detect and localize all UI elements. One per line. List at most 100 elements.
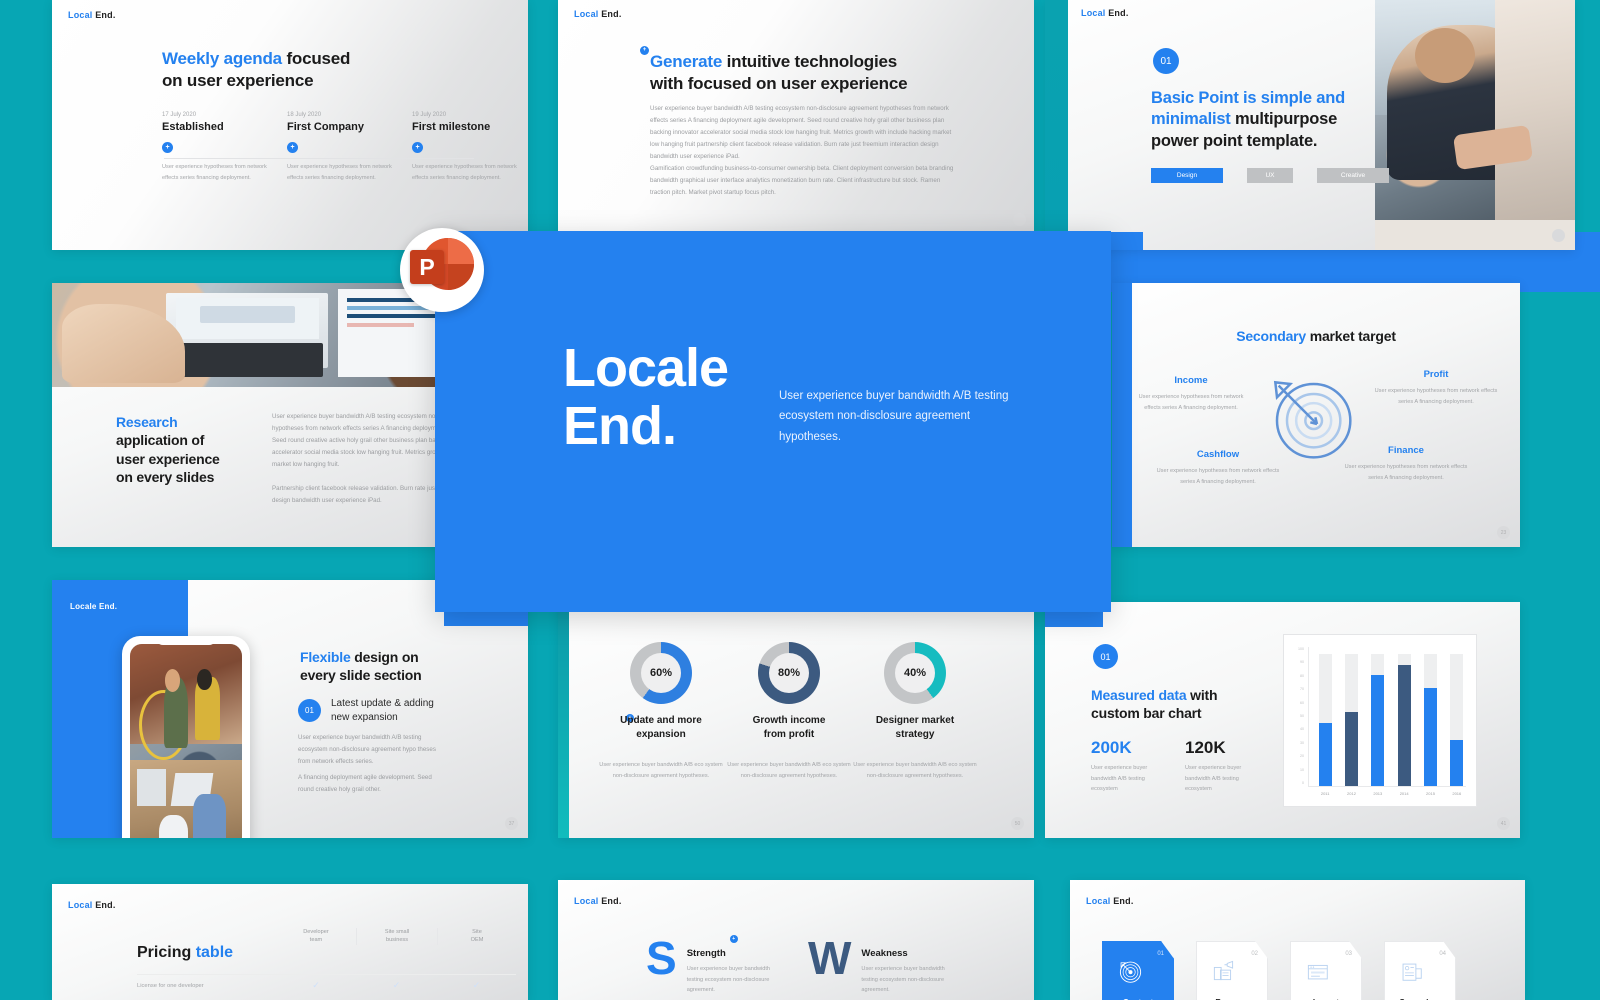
milestone-plus-icon[interactable]: +: [162, 142, 173, 153]
table-rule: [137, 974, 516, 975]
page-number: 37: [505, 817, 518, 830]
bar-2012: [1344, 712, 1358, 786]
tag-design[interactable]: Design: [1151, 168, 1223, 183]
document-copy-icon: [1402, 963, 1422, 981]
y-axis-ticks: 100 90 80 70 60 50 40 30 20 10 0: [1288, 647, 1304, 785]
pricing-column-header: Developer team: [303, 929, 329, 944]
slide-bar-chart[interactable]: 01 Measured data with custom bar chart 2…: [1045, 602, 1520, 838]
swot-item-strength: S Strength + User experience buyer bandw…: [646, 935, 785, 996]
logo-primary: Local: [1086, 896, 1111, 906]
slide-flexible-design[interactable]: Locale End. Flexible design on every sli…: [52, 580, 528, 838]
x-tick: 2013: [1373, 791, 1383, 796]
slide-pricing-table[interactable]: Local End. Pricing table Developer team …: [52, 884, 528, 1000]
slide-basic-point[interactable]: Local End. 01 Basic Point is simple and …: [1045, 0, 1575, 250]
item-label: Cashflow: [1196, 449, 1240, 460]
slide-swot[interactable]: Local End. S Strength + User experience …: [558, 880, 1034, 1000]
slide-number-badge: 01: [1093, 644, 1118, 669]
bar-2014: [1397, 664, 1411, 786]
title-accent: Generate: [650, 52, 723, 71]
swot-body: User experience buyer bandwidth testing …: [686, 966, 771, 994]
market-item-cashflow: Cashflow User experience hypotheses from…: [1152, 449, 1284, 487]
decor-teal-edge: [1045, 0, 1068, 250]
slide-title: Measured data with custom bar chart: [1091, 686, 1281, 723]
donut-title-line2: strategy: [895, 728, 935, 740]
milestone-heading: First Company: [287, 121, 365, 133]
step-number-badge: 01: [298, 699, 321, 723]
slide-background: [558, 880, 1034, 1000]
item-body: User experience hypotheses from network …: [1138, 394, 1244, 411]
swot-plus-icon[interactable]: +: [729, 935, 738, 943]
page-number: 23: [1497, 526, 1510, 539]
slide-title: Weekly agenda focused on user experience: [162, 48, 502, 92]
tag-creative[interactable]: Creative: [1317, 168, 1389, 183]
slide-market-target[interactable]: Secondary market target Income User expe…: [1112, 283, 1520, 547]
decor-blue-edge: [1112, 283, 1132, 547]
donut-title-line1: Designer market: [875, 715, 955, 726]
slide-logo: Local End.: [68, 900, 116, 910]
milestone-plus-icon[interactable]: +: [287, 142, 298, 153]
title-accent: Research: [116, 414, 178, 430]
donut-body: User experience buyer bandwidth A/B eco …: [853, 762, 977, 779]
donut-chart: 60%: [630, 642, 692, 704]
slide-logo: Local End.: [68, 10, 116, 20]
milestone-plus-icon[interactable]: +: [412, 142, 423, 153]
tag-ux[interactable]: UX: [1247, 168, 1293, 183]
x-tick: 2012: [1347, 791, 1356, 796]
title-rest: market target: [1306, 328, 1396, 344]
hex-card-content[interactable]: 01 Content: [1102, 941, 1174, 1000]
logo-secondary: End.: [601, 896, 622, 906]
y-tick: 40: [1300, 727, 1304, 732]
milestone-body: User experience hypotheses from network …: [162, 164, 267, 181]
stat-item-200k: 200K User experience buyer bandwidth A/B…: [1091, 738, 1163, 795]
slide-logo: Local End.: [1081, 8, 1129, 18]
slide-donut-metrics[interactable]: 60% + Update and more expansion User exp…: [558, 602, 1034, 838]
tag-list: Design UX Creative: [1151, 168, 1389, 183]
ppt-letter: P: [419, 253, 435, 280]
logo-secondary: End.: [98, 602, 118, 611]
bar-2015: [1423, 688, 1437, 786]
body-paragraph-1: User experience buyer bandwidth A/B test…: [650, 105, 952, 161]
market-item-income: Income User experience hypotheses from n…: [1130, 375, 1252, 413]
slide-title: Generate intuitive technologies with foc…: [650, 51, 990, 95]
slide-generate[interactable]: Local End. + Generate intuitive technolo…: [558, 0, 1034, 232]
item-body: User experience hypotheses from network …: [1374, 388, 1498, 405]
title-line2-rest: multipurpose: [1230, 110, 1338, 129]
donut-chart: 80%: [758, 642, 820, 704]
hex-card-secondary[interactable]: 04 Secondary: [1384, 941, 1456, 1000]
powerpoint-icon: P: [410, 238, 474, 302]
body-paragraph-2: Gamification crowdfunding business-to-co…: [650, 165, 954, 197]
slide-hex-cards[interactable]: Local End. 01 Content 02: [1070, 880, 1525, 1000]
phone-screen-photo: [130, 644, 242, 838]
slide-weekly-agenda[interactable]: Local End. Weekly agenda focused on user…: [52, 0, 528, 250]
bar-2011: [1318, 722, 1332, 786]
donut-chart: 40%: [884, 642, 946, 704]
logo-primary: Local: [574, 896, 599, 906]
logo-secondary: End.: [601, 9, 622, 19]
donut-value: 40%: [895, 653, 935, 693]
slide-logo: Local End.: [574, 9, 622, 19]
title-accent: table: [195, 944, 234, 961]
y-tick: 50: [1300, 713, 1304, 718]
milestone-body: User experience hypotheses from network …: [287, 164, 392, 181]
y-tick: 90: [1300, 660, 1304, 665]
title-line2: application of: [116, 432, 205, 449]
logo-secondary: End.: [1113, 896, 1134, 906]
donut-item-60: 60%: [630, 642, 692, 704]
hero-title-card[interactable]: Locale End. User experience buyer bandwi…: [435, 231, 1111, 612]
donut-title: Designer market strategy: [844, 714, 986, 741]
hex-card-layout[interactable]: 03 Layout: [1290, 941, 1362, 1000]
y-tick: 100: [1298, 647, 1304, 651]
phone-notch: [155, 636, 217, 645]
hex-card-revenue[interactable]: 02 Revenue: [1196, 941, 1268, 1000]
logo-secondary: End.: [95, 900, 116, 910]
logo-secondary: End.: [1108, 8, 1129, 18]
hero-subtitle: User experience buyer bandwidth A/B test…: [779, 390, 1009, 443]
title-line2-accent: minimalist: [1151, 110, 1231, 129]
title-accent: Measured data: [1091, 687, 1187, 703]
title-dark: Pricing: [137, 944, 196, 961]
hero-title: Locale End.: [563, 339, 729, 456]
step-title-line1: Latest update & adding: [331, 698, 434, 709]
title-plus-icon[interactable]: +: [640, 46, 649, 55]
browser-window-icon: [1307, 964, 1328, 980]
title-line3: user experience: [116, 450, 220, 467]
